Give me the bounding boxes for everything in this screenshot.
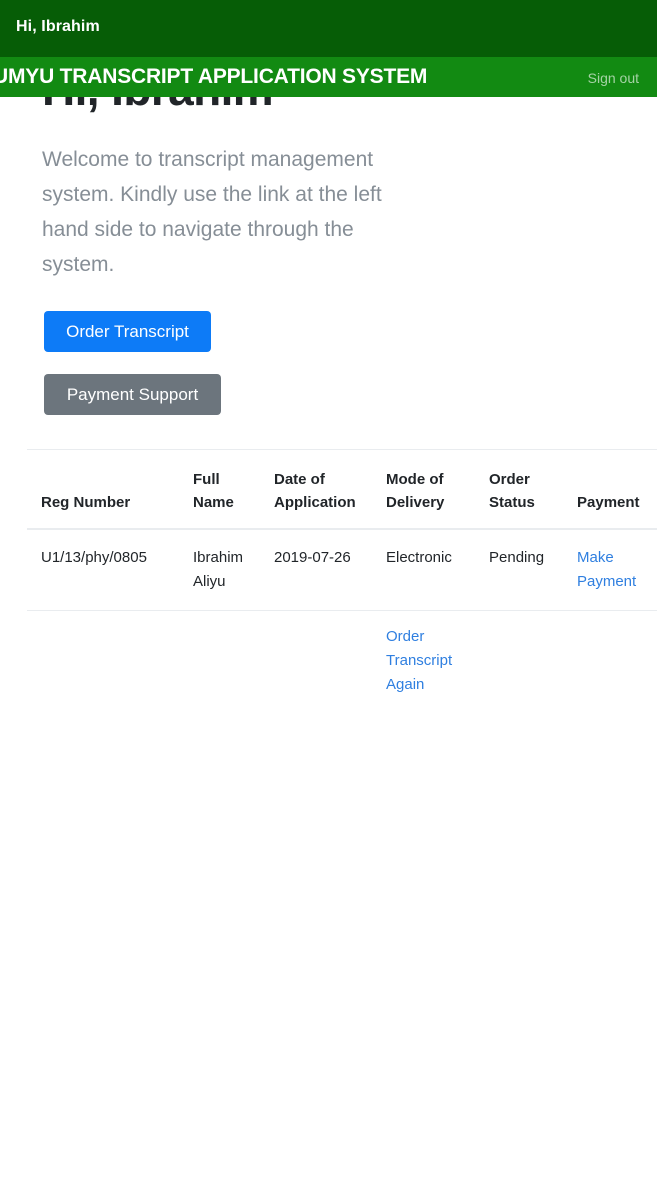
orders-table-container: Reg Number Full Name Date of Application…: [27, 449, 657, 713]
column-header-date: Date of Application: [260, 449, 372, 530]
cell-order-again: Order Transcript Again: [372, 611, 475, 714]
table-header: Reg Number Full Name Date of Application…: [27, 449, 657, 530]
cell-full-name: Ibrahim Aliyu: [179, 529, 260, 611]
table-row: U1/13/phy/0805 Ibrahim Aliyu 2019-07-26 …: [27, 529, 657, 611]
cell-empty-status: [475, 611, 563, 714]
cell-empty-pay: [563, 611, 657, 714]
cell-payment: Make Payment: [563, 529, 657, 611]
cell-date: 2019-07-26: [260, 529, 372, 611]
app-navbar: UMYU TRANSCRIPT APPLICATION SYSTEM Sign …: [0, 57, 657, 97]
column-header-full-name: Full Name: [179, 449, 260, 530]
order-transcript-again-link[interactable]: Order Transcript Again: [386, 628, 452, 693]
table-header-row: Reg Number Full Name Date of Application…: [27, 449, 657, 530]
column-header-payment: Payment: [563, 449, 657, 530]
cell-reg-number: U1/13/phy/0805: [27, 529, 179, 611]
payment-support-button[interactable]: Payment Support: [44, 374, 221, 415]
cell-empty-name: [179, 611, 260, 714]
table-body: U1/13/phy/0805 Ibrahim Aliyu 2019-07-26 …: [27, 529, 657, 713]
sign-out-link[interactable]: Sign out: [588, 70, 639, 86]
top-user-bar: Hi, Ibrahim: [0, 0, 657, 57]
column-header-order-status: Order Status: [475, 449, 563, 530]
orders-table: Reg Number Full Name Date of Application…: [27, 449, 657, 713]
cell-empty-reg: [27, 611, 179, 714]
cell-empty-date: [260, 611, 372, 714]
make-payment-link[interactable]: Make Payment: [577, 549, 636, 590]
order-transcript-button[interactable]: Order Transcript: [44, 311, 211, 352]
cell-mode: Electronic: [372, 529, 475, 611]
table-row: Order Transcript Again: [27, 611, 657, 714]
welcome-message: Welcome to transcript management system.…: [42, 148, 382, 276]
user-greeting: Hi, Ibrahim: [16, 18, 100, 35]
page-viewport: Hi, Ibrahim Welcome to transcript manage…: [0, 0, 657, 1200]
column-header-reg-number: Reg Number: [27, 449, 179, 530]
app-title: UMYU TRANSCRIPT APPLICATION SYSTEM: [0, 65, 428, 88]
column-header-mode: Mode of Delivery: [372, 449, 475, 530]
cell-order-status: Pending: [475, 529, 563, 611]
